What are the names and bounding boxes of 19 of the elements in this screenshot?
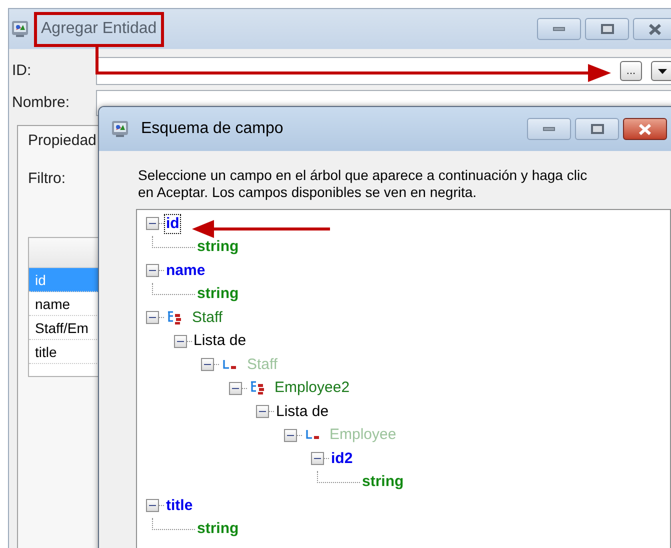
type-node[interactable]: string bbox=[195, 237, 241, 258]
field-label: Nombre: bbox=[12, 92, 71, 113]
window-title: Agregar Entidad bbox=[41, 19, 157, 39]
field-node[interactable]: id bbox=[164, 214, 182, 234]
group-node[interactable]: Employee2 bbox=[272, 378, 352, 398]
field-node[interactable]: title bbox=[164, 496, 195, 516]
field-node[interactable]: id2 bbox=[329, 448, 355, 469]
field-node[interactable]: name bbox=[164, 260, 208, 281]
browse-button[interactable]: ... bbox=[620, 61, 642, 81]
instructions-text: Seleccione un campo en el árbol que aparece a continuación y haga clic en Aceptar. Los campos disponibles se ven en negrita. bbox=[138, 167, 588, 201]
type-node[interactable]: string bbox=[195, 284, 241, 304]
field-label: ID: bbox=[12, 60, 32, 81]
type-node[interactable]: string bbox=[195, 519, 241, 540]
type-node[interactable]: string bbox=[360, 472, 406, 492]
dialog-title: Esquema de campo bbox=[141, 119, 284, 139]
group-node[interactable]: Staff bbox=[190, 308, 225, 328]
list-node[interactable]: Lista de bbox=[192, 331, 248, 352]
filter-label: Filtro: bbox=[28, 169, 66, 189]
list-node[interactable]: Lista de bbox=[274, 402, 331, 422]
